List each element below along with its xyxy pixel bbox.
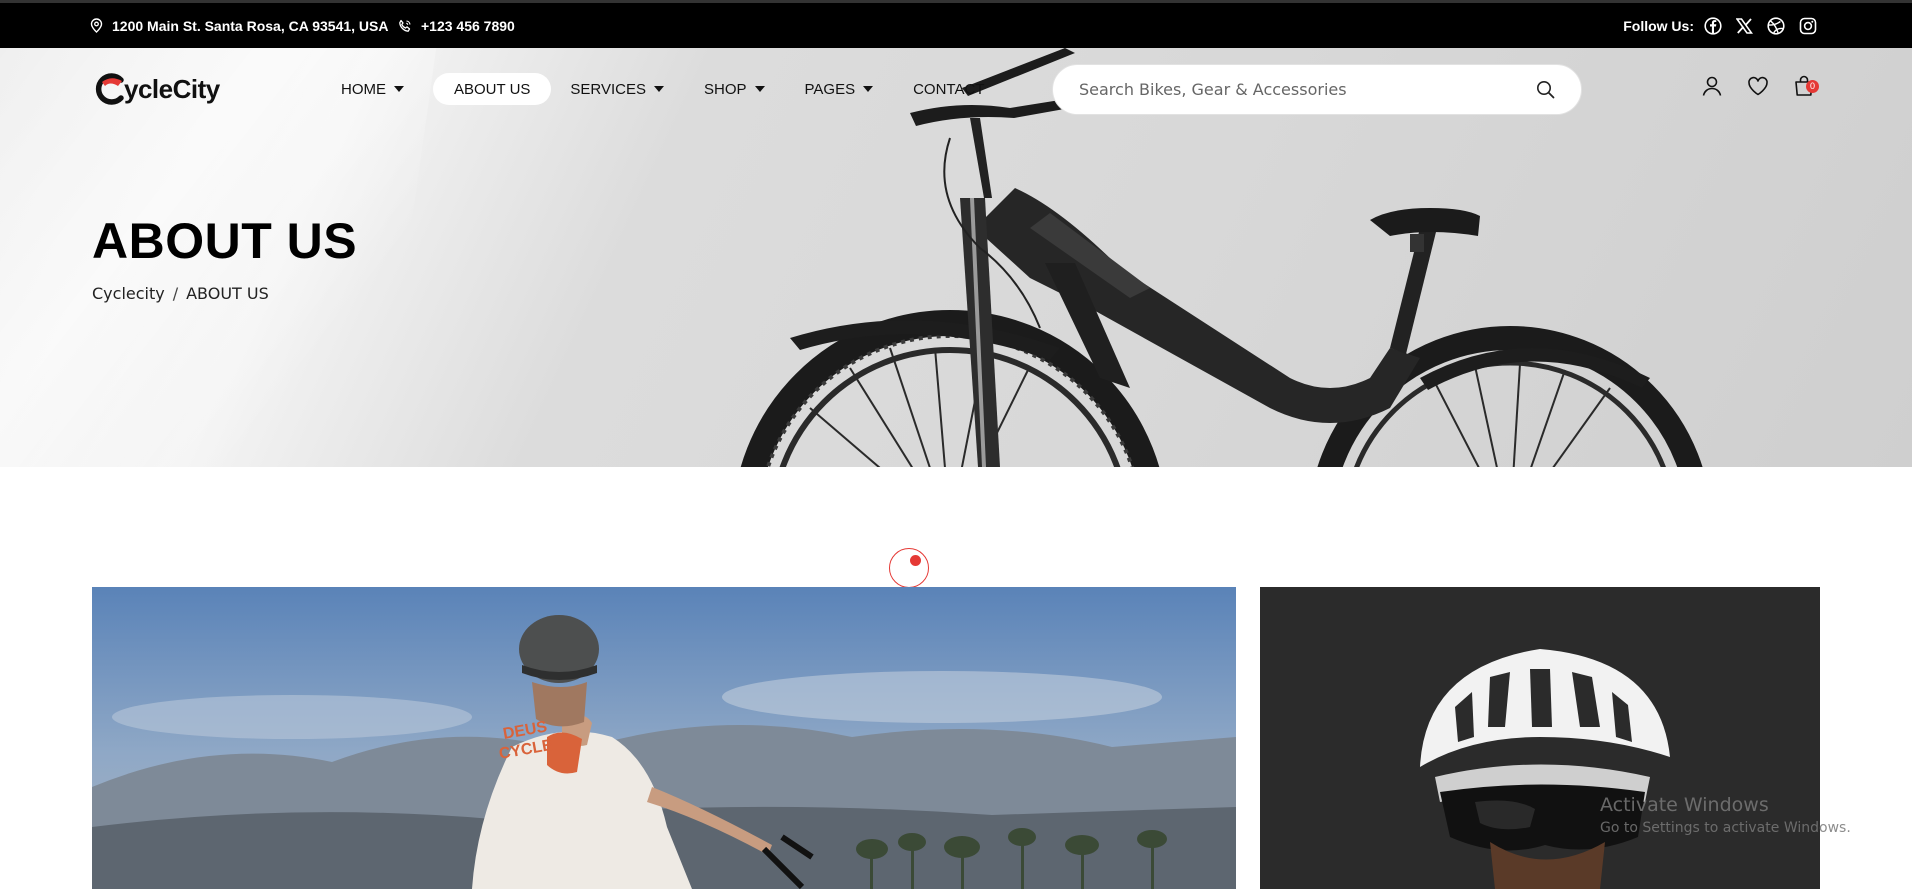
cart-button[interactable]: 0 bbox=[1792, 74, 1819, 98]
nav-item-label: SHOP bbox=[704, 80, 747, 98]
follow-label: Follow Us: bbox=[1623, 17, 1694, 34]
x-icon[interactable] bbox=[1736, 17, 1753, 34]
chevron-down-icon bbox=[654, 86, 664, 92]
nav-item-contact[interactable]: CONTACT bbox=[902, 73, 995, 105]
logo-text: ycleCity bbox=[124, 73, 220, 104]
user-icon bbox=[1702, 76, 1722, 96]
nav-item-services[interactable]: SERVICES bbox=[559, 73, 675, 105]
nav-item-label: HOME bbox=[341, 80, 386, 98]
wishlist-button[interactable] bbox=[1746, 74, 1770, 98]
main-nav: HOME ABOUT US SERVICES SHOP PAGES CONTAC… bbox=[330, 73, 1013, 105]
chevron-down-icon bbox=[394, 86, 404, 92]
helmet-photo bbox=[1260, 587, 1820, 889]
search-icon[interactable] bbox=[1536, 80, 1555, 99]
address-info: 1200 Main St. Santa Rosa, CA 93541, USA bbox=[90, 3, 388, 48]
helmet-photo-image bbox=[1260, 587, 1820, 889]
phone-info[interactable]: +123 456 7890 bbox=[398, 3, 515, 48]
phone-text: +123 456 7890 bbox=[421, 17, 515, 34]
breadcrumb-current: ABOUT US bbox=[186, 284, 269, 303]
nav-item-about-us[interactable]: ABOUT US bbox=[433, 73, 552, 105]
breadcrumb: Cyclecity / ABOUT US bbox=[92, 284, 269, 303]
nav-item-pages[interactable]: PAGES bbox=[794, 73, 885, 105]
location-pin-icon bbox=[90, 18, 103, 33]
heart-icon bbox=[1748, 76, 1768, 96]
chevron-down-icon bbox=[754, 86, 765, 92]
nav-item-shop[interactable]: SHOP bbox=[693, 73, 776, 105]
nav-item-label: SERVICES bbox=[570, 80, 646, 98]
site-logo[interactable]: ycleCity bbox=[94, 72, 220, 106]
nav-item-label: ABOUT US bbox=[454, 80, 531, 98]
facebook-icon[interactable] bbox=[1704, 16, 1722, 35]
breadcrumb-home-link[interactable]: Cyclecity bbox=[92, 284, 165, 303]
watermark-subtitle: Go to Settings to activate Windows. bbox=[1600, 820, 1851, 836]
instagram-icon[interactable] bbox=[1799, 17, 1817, 35]
top-bar: 1200 Main St. Santa Rosa, CA 93541, USA … bbox=[0, 0, 1912, 48]
phone-icon bbox=[399, 19, 411, 32]
cyclist-photo: DEUS CYCLE bbox=[92, 587, 1236, 889]
cart-count-badge: 0 bbox=[1806, 80, 1819, 93]
header-actions: 0 bbox=[1700, 74, 1819, 98]
search-input[interactable] bbox=[1079, 80, 1529, 99]
watermark-title: Activate Windows bbox=[1600, 794, 1769, 816]
loading-spinner bbox=[889, 548, 929, 588]
chevron-down-icon bbox=[863, 86, 874, 92]
dribbble-icon[interactable] bbox=[1767, 16, 1785, 35]
nav-item-label: CONTACT bbox=[913, 80, 985, 98]
cyclist-photo-image: DEUS CYCLE bbox=[92, 587, 1236, 889]
search-bar bbox=[1052, 64, 1582, 115]
page-title: ABOUT US bbox=[92, 213, 358, 269]
cyclecity-logo-icon bbox=[95, 73, 124, 105]
loading-dot bbox=[910, 555, 921, 566]
breadcrumb-separator: / bbox=[172, 284, 179, 303]
social-links: Follow Us: bbox=[1623, 3, 1817, 48]
address-text: 1200 Main St. Santa Rosa, CA 93541, USA bbox=[112, 17, 389, 34]
nav-item-label: PAGES bbox=[804, 80, 856, 98]
nav-item-home[interactable]: HOME bbox=[330, 73, 415, 105]
windows-activation-watermark: Activate Windows Go to Settings to activ… bbox=[1600, 794, 1851, 836]
account-button[interactable] bbox=[1700, 74, 1724, 98]
